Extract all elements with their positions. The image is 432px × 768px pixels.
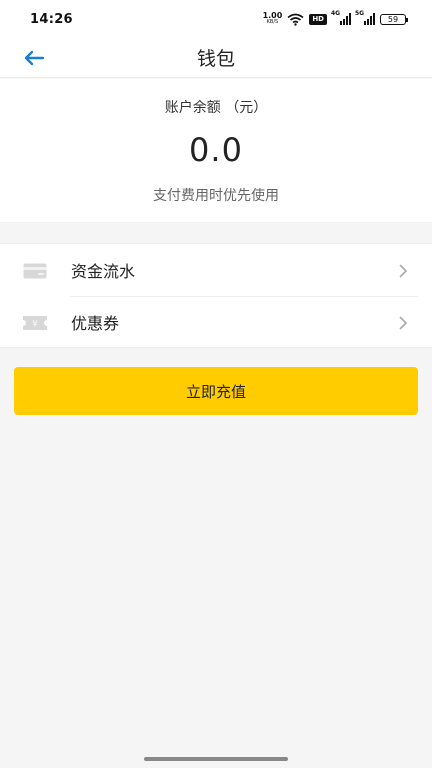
- chevron-right-icon: [399, 316, 408, 330]
- chevron-right-icon: [399, 264, 408, 278]
- battery-icon: 59: [380, 13, 408, 25]
- home-indicator[interactable]: [144, 757, 288, 761]
- menu-item-label: 资金流水: [71, 262, 136, 281]
- signal-4g-tag: 4G: [331, 10, 341, 17]
- balance-amount: 0.0: [189, 131, 243, 169]
- hd-badge: HD: [309, 13, 327, 25]
- balance-card: 账户余额 （元） 0.0 支付费用时优先使用: [0, 79, 432, 223]
- status-icons: 1.00 KB/S HD 4G 5G 59: [263, 10, 408, 26]
- app-header: 钱包: [0, 38, 432, 78]
- page-title: 钱包: [196, 48, 235, 70]
- status-time: 14:26: [30, 11, 73, 27]
- coupon-icon: ¥: [23, 316, 47, 330]
- svg-text:¥: ¥: [32, 320, 38, 330]
- status-bar: 14:26 1.00 KB/S HD 4G 5G 59: [0, 0, 432, 38]
- battery-level: 59: [387, 14, 399, 24]
- network-speed-unit: KB/S: [266, 19, 279, 25]
- network-speed: 1.00 KB/S: [263, 12, 283, 26]
- menu-item-transactions[interactable]: 资金流水: [0, 244, 432, 296]
- card-icon: [23, 263, 47, 279]
- signal-4g-icon: 4G: [331, 10, 351, 25]
- back-button[interactable]: [16, 43, 52, 73]
- balance-note: 支付费用时优先使用: [153, 188, 279, 204]
- wifi-icon: [287, 13, 304, 26]
- arrow-left-icon: [24, 50, 45, 66]
- menu-item-coupons[interactable]: ¥ 优惠券: [0, 296, 432, 348]
- signal-5g-icon: 5G: [355, 10, 375, 25]
- network-speed-value: 1.00: [262, 11, 283, 20]
- menu-list: 资金流水 ¥ 优惠券: [0, 243, 432, 348]
- menu-item-label: 优惠券: [71, 314, 120, 333]
- recharge-button[interactable]: 立即充值: [14, 367, 418, 415]
- balance-label: 账户余额 （元）: [164, 100, 268, 116]
- signal-5g-tag: 5G: [355, 10, 365, 17]
